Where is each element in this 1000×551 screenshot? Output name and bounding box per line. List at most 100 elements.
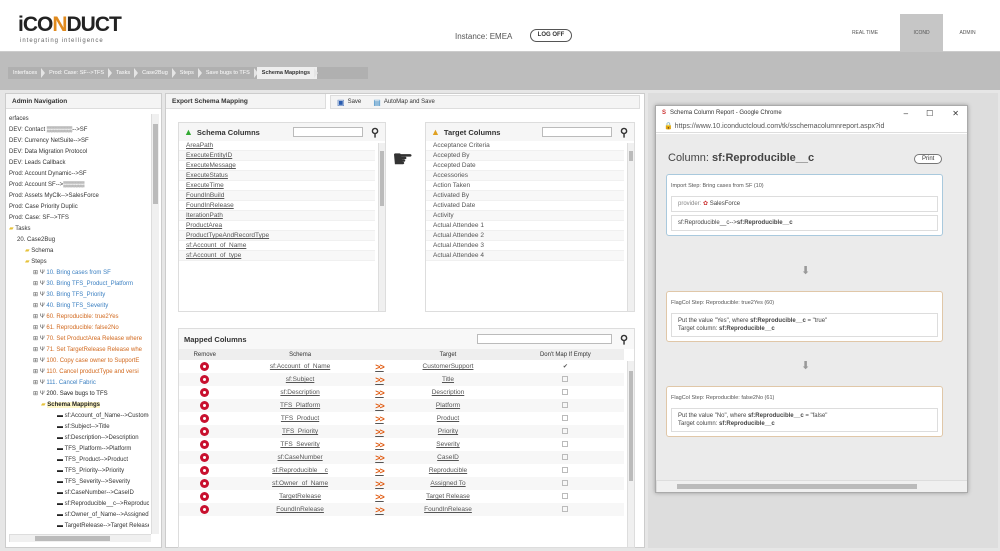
dont-map-checkbox[interactable] bbox=[562, 493, 569, 500]
remove-icon[interactable] bbox=[200, 388, 210, 397]
schema-column-item[interactable]: ExecuteEntityID bbox=[179, 151, 375, 161]
target-column-item[interactable]: Accessories bbox=[426, 171, 624, 181]
tree-item[interactable]: ▬ sf:Subject-->Title bbox=[9, 422, 149, 433]
breadcrumb-item[interactable]: Interfaces bbox=[8, 67, 46, 79]
target-cell[interactable]: Title bbox=[389, 373, 507, 386]
target-cell[interactable]: Platform bbox=[389, 399, 507, 412]
tree-item[interactable]: DEV: Leads Callback bbox=[9, 158, 149, 169]
schema-cell[interactable]: TFS_Platform bbox=[230, 399, 370, 412]
remove-icon[interactable] bbox=[200, 479, 210, 488]
target-column-item[interactable]: Actual Attendee 1 bbox=[426, 221, 624, 231]
schema-column-item[interactable]: FoundInRelease bbox=[179, 201, 375, 211]
tree-item[interactable]: ⊞ Ψ 200. Save bugs to TFS bbox=[9, 389, 149, 400]
schema-cell[interactable]: sf:Owner_of_Name bbox=[230, 477, 370, 490]
print-button[interactable]: Print bbox=[914, 154, 943, 164]
target-column-item[interactable]: Action Taken bbox=[426, 181, 624, 191]
remove-icon[interactable] bbox=[200, 427, 210, 436]
remove-icon[interactable] bbox=[200, 492, 210, 501]
schema-column-item[interactable]: ExecuteTime bbox=[179, 181, 375, 191]
tab-real-time[interactable]: REAL TIME bbox=[845, 14, 885, 52]
tree-item[interactable]: DEV: Data Migration Protocol bbox=[9, 147, 149, 158]
schema-cell[interactable]: sf:Reproducible__c bbox=[231, 464, 370, 477]
tree-item[interactable]: ▬ sf:Description-->Description bbox=[9, 433, 149, 444]
tree-item[interactable]: ▰ Tasks bbox=[9, 224, 149, 235]
logoff-button[interactable]: LOG OFF bbox=[530, 29, 572, 42]
schema-scrollbar[interactable] bbox=[378, 143, 385, 311]
tree-item[interactable]: ▬ TargetRelease-->Target Release bbox=[9, 521, 149, 532]
target-cell[interactable]: CustomerSupport bbox=[389, 360, 506, 373]
tree-item[interactable]: ⊞ Ψ 10. Bring cases from SF bbox=[9, 268, 149, 279]
tree-item[interactable]: ▬ TFS_Platform-->Platform bbox=[9, 444, 149, 455]
automap-save-button[interactable]: ▤ AutoMap and Save bbox=[373, 98, 435, 107]
tree-item[interactable]: ▬ sf:Owner_of_Name-->AssignedTo bbox=[9, 510, 149, 521]
target-column-item[interactable]: Activity bbox=[426, 211, 624, 221]
tree-item[interactable]: ⊞ Ψ 40. Bring TFS_Severity bbox=[9, 301, 149, 312]
tree-item[interactable]: Prod: Case: SF-->TFS bbox=[9, 213, 149, 224]
dont-map-checkbox[interactable] bbox=[562, 480, 569, 487]
dont-map-checkbox[interactable] bbox=[562, 415, 569, 422]
target-cell[interactable]: Severity bbox=[389, 438, 506, 451]
search-icon[interactable]: ⚲ bbox=[620, 126, 628, 139]
schema-column-item[interactable]: sf:Account_of_Name bbox=[179, 241, 375, 251]
tree-item[interactable]: ⊞ Ψ 61. Reproducible: false2No bbox=[9, 323, 149, 334]
schema-cell[interactable]: sf:CaseNumber bbox=[230, 451, 370, 464]
schema-cell[interactable]: sf:Account_of_Name bbox=[231, 360, 370, 373]
dont-map-checkbox[interactable] bbox=[562, 402, 569, 409]
schema-column-item[interactable]: ProductArea bbox=[179, 221, 375, 231]
tree-item[interactable]: Prod: Account SF-->▒▒▒▒▒ bbox=[9, 180, 149, 191]
remove-icon[interactable] bbox=[200, 401, 210, 410]
remove-icon[interactable] bbox=[200, 453, 210, 462]
target-column-item[interactable]: Activated By bbox=[426, 191, 624, 201]
maximize-icon[interactable]: ☐ bbox=[919, 109, 940, 118]
schema-cell[interactable]: sf:Description bbox=[231, 386, 370, 399]
tree-item[interactable]: DEV: Contact ▒▒▒▒▒▒-->SF bbox=[9, 125, 149, 136]
tree-item[interactable]: ▰ Schema bbox=[9, 246, 149, 257]
breadcrumb-item[interactable]: Schema Mappings bbox=[256, 67, 319, 79]
tree-item[interactable]: ▬ TFS_Product-->Product bbox=[9, 455, 149, 466]
target-search-input[interactable] bbox=[541, 127, 612, 137]
schema-column-item[interactable]: AreaPath bbox=[179, 141, 375, 151]
tree-item[interactable]: ▬ TFS_Priority-->Priority bbox=[9, 466, 149, 477]
report-hscrollbar[interactable] bbox=[656, 480, 967, 492]
schema-search-input[interactable] bbox=[292, 127, 363, 137]
breadcrumb-item[interactable]: Prod: Case: SF-->TFS bbox=[44, 67, 112, 79]
target-cell[interactable]: Assigned To bbox=[389, 477, 507, 490]
save-button[interactable]: ▣ Save bbox=[337, 98, 361, 107]
remove-icon[interactable] bbox=[200, 440, 210, 449]
tree-item[interactable]: Prod: Case Priority Duplic bbox=[9, 202, 149, 213]
schema-cell[interactable]: TFS_Product bbox=[231, 412, 370, 425]
tree-item[interactable]: ⊞ Ψ 60. Reproducible: true2Yes bbox=[9, 312, 149, 323]
tree-item[interactable]: ⊞ Ψ 71. Set TargetRelease Release whe bbox=[9, 345, 149, 356]
dont-map-checkbox[interactable] bbox=[562, 454, 569, 461]
target-column-item[interactable]: Acceptance Criteria bbox=[426, 141, 624, 151]
target-column-item[interactable]: Accepted By bbox=[426, 151, 624, 161]
schema-column-item[interactable]: sf:Account_of_type bbox=[179, 251, 375, 261]
tab-admin[interactable]: ADMIN bbox=[950, 14, 985, 52]
tree-item[interactable]: ▬ TFS_Severity-->Severity bbox=[9, 477, 149, 488]
tree-item[interactable]: ⊞ Ψ 30. Bring TFS_Priority bbox=[9, 290, 149, 301]
schema-cell[interactable]: TFS_Severity bbox=[231, 438, 370, 451]
search-icon[interactable]: ⚲ bbox=[371, 126, 379, 139]
target-scrollbar[interactable] bbox=[627, 143, 634, 311]
close-icon[interactable]: ✕ bbox=[944, 109, 967, 118]
remove-icon[interactable] bbox=[200, 375, 210, 384]
mapped-scrollbar[interactable] bbox=[627, 361, 634, 547]
tree-item[interactable]: ⊞ Ψ 100. Copy case owner to SupportE bbox=[9, 356, 149, 367]
remove-icon[interactable] bbox=[200, 505, 210, 514]
tab-icond[interactable]: ICOND bbox=[900, 14, 943, 52]
target-cell[interactable]: CaseID bbox=[389, 451, 507, 464]
tree-item[interactable]: ▬ sf:Reproducible__c-->Reproducible bbox=[9, 499, 149, 510]
target-cell[interactable]: Target Release bbox=[389, 490, 506, 503]
minimize-icon[interactable]: – bbox=[897, 109, 915, 118]
schema-column-item[interactable]: IterationPath bbox=[179, 211, 375, 221]
tree-item[interactable]: ⊞ Ψ 70. Set ProductArea Release where bbox=[9, 334, 149, 345]
breadcrumb-item[interactable]: Case2Bug bbox=[137, 67, 176, 79]
tree-item[interactable]: ⊞ Ψ 30. Bring TFS_Product_Platform bbox=[9, 279, 149, 290]
schema-cell[interactable]: TFS_Priority bbox=[230, 425, 370, 438]
tree-hscrollbar[interactable] bbox=[9, 534, 151, 542]
breadcrumb-item[interactable]: Steps bbox=[175, 67, 202, 79]
dont-map-checkbox[interactable] bbox=[562, 441, 569, 448]
dont-map-checkbox[interactable] bbox=[562, 376, 569, 383]
remove-icon[interactable] bbox=[200, 414, 210, 423]
dont-map-checkbox[interactable] bbox=[562, 389, 569, 396]
